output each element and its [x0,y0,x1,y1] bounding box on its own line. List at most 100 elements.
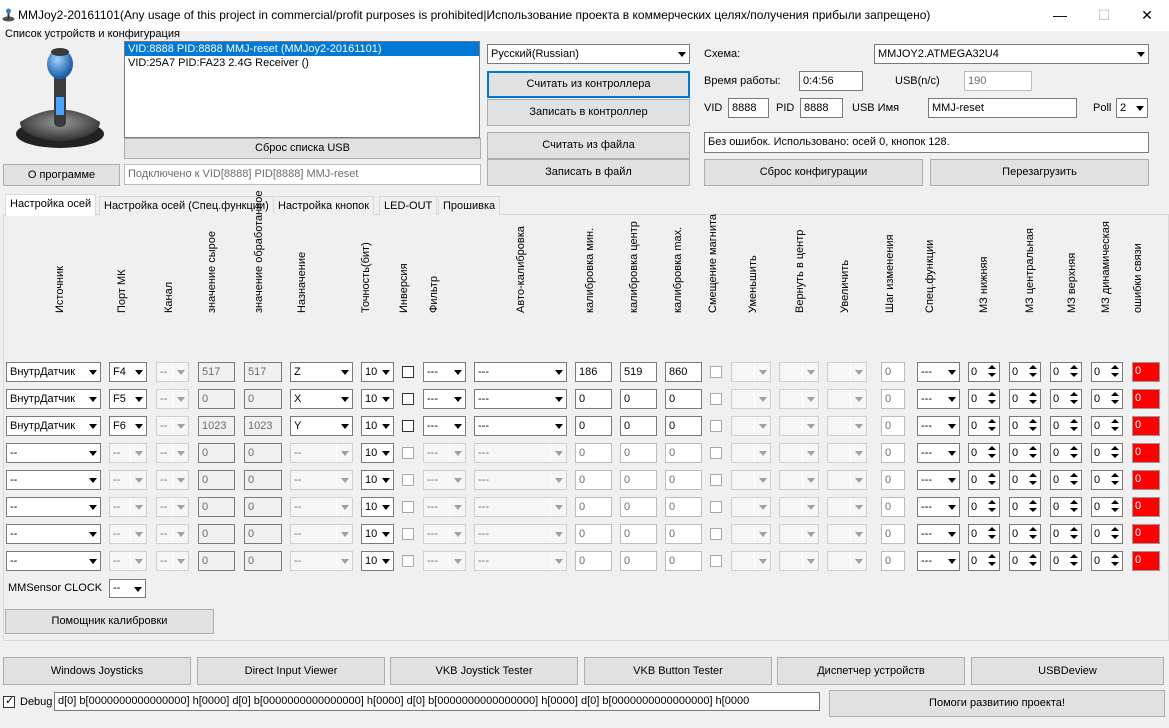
spin-up-icon[interactable] [985,471,999,480]
invert-checkbox[interactable] [402,555,414,567]
dead-zone-spinner[interactable]: 0 [968,524,1000,544]
magnet-offset-checkbox[interactable] [710,555,722,567]
debug-checkbox[interactable] [3,694,15,708]
assign-select[interactable]: Z [290,362,353,382]
spin-up-icon[interactable] [1067,417,1081,426]
dead-zone-spinner[interactable]: 0 [1009,389,1041,409]
source-select[interactable]: -- [6,497,101,517]
tab-firmware[interactable]: Прошивка [438,196,501,215]
pid-field[interactable]: 8888 [800,98,843,118]
spin-down-icon[interactable] [1067,480,1081,489]
calibration-helper-button[interactable]: Помощник калибровки [5,609,214,634]
invert-checkbox[interactable] [402,501,414,513]
read-controller-button[interactable]: Считать из контроллера [487,71,690,98]
spin-down-icon[interactable] [985,534,999,543]
dead-zone-spinner[interactable]: 0 [1091,470,1123,490]
decrease-select[interactable] [731,497,771,517]
autocal-select[interactable]: --- [474,362,567,382]
special-select[interactable]: --- [917,443,960,463]
assign-select[interactable]: X [290,389,353,409]
dead-zone-spinner[interactable]: 0 [1050,497,1082,517]
decrease-select[interactable] [731,389,771,409]
filter-select[interactable]: --- [423,551,466,571]
decrease-select[interactable] [731,416,771,436]
spin-down-icon[interactable] [1026,372,1040,381]
spin-down-icon[interactable] [1108,399,1122,408]
spin-up-icon[interactable] [985,552,999,561]
step-field[interactable]: 0 [881,551,905,571]
step-field[interactable]: 0 [881,497,905,517]
dead-zone-spinner[interactable]: 0 [968,443,1000,463]
usbdeview-button[interactable]: USBDeview [971,657,1164,685]
increase-select[interactable] [827,389,867,409]
channel-select[interactable]: -- [156,497,189,517]
channel-select[interactable]: -- [156,443,189,463]
dead-zone-spinner[interactable]: 0 [1009,551,1041,571]
direct-input-viewer-button[interactable]: Direct Input Viewer [197,657,385,685]
spin-down-icon[interactable] [1108,480,1122,489]
special-select[interactable]: --- [917,524,960,544]
spin-down-icon[interactable] [1108,534,1122,543]
dead-zone-spinner[interactable]: 0 [1091,551,1123,571]
dead-zone-spinner[interactable]: 0 [1050,389,1082,409]
cal-min-field[interactable]: 0 [575,416,612,436]
step-field[interactable]: 0 [881,362,905,382]
spin-down-icon[interactable] [985,507,999,516]
cal-max-field[interactable]: 0 [665,470,702,490]
source-select[interactable]: -- [6,443,101,463]
dead-zone-spinner[interactable]: 0 [968,362,1000,382]
step-field[interactable]: 0 [881,524,905,544]
increase-select[interactable] [827,416,867,436]
bits-select[interactable]: 10 [361,524,394,544]
magnet-offset-checkbox[interactable] [710,474,722,486]
bits-select[interactable]: 10 [361,443,394,463]
source-select[interactable]: -- [6,470,101,490]
spin-down-icon[interactable] [1108,453,1122,462]
cal-center-field[interactable]: 0 [620,470,657,490]
spin-down-icon[interactable] [985,453,999,462]
spin-up-icon[interactable] [1026,471,1040,480]
usb-name-field[interactable]: MMJ-reset [928,98,1077,118]
magnet-offset-checkbox[interactable] [710,501,722,513]
spin-up-icon[interactable] [1067,363,1081,372]
cal-max-field[interactable]: 0 [665,497,702,517]
source-select[interactable]: -- [6,551,101,571]
magnet-offset-checkbox[interactable] [710,528,722,540]
close-button[interactable]: ✕ [1124,0,1169,31]
center-select[interactable] [779,551,819,571]
invert-checkbox[interactable] [402,528,414,540]
filter-select[interactable]: --- [423,497,466,517]
spin-up-icon[interactable] [985,417,999,426]
center-select[interactable] [779,470,819,490]
spin-down-icon[interactable] [1026,453,1040,462]
dead-zone-spinner[interactable]: 0 [968,389,1000,409]
minimize-button[interactable]: — [1037,0,1083,31]
assign-select[interactable]: -- [290,524,353,544]
step-field[interactable]: 0 [881,389,905,409]
spin-up-icon[interactable] [1026,498,1040,507]
assign-select[interactable]: -- [290,551,353,571]
special-select[interactable]: --- [917,551,960,571]
spin-down-icon[interactable] [985,561,999,570]
port-select[interactable]: -- [109,443,147,463]
invert-checkbox[interactable] [402,366,414,378]
spin-down-icon[interactable] [1067,507,1081,516]
cal-center-field[interactable]: 0 [620,497,657,517]
spin-up-icon[interactable] [985,525,999,534]
spin-up-icon[interactable] [1108,417,1122,426]
spin-up-icon[interactable] [1108,390,1122,399]
assign-select[interactable]: -- [290,443,353,463]
special-select[interactable]: --- [917,362,960,382]
dead-zone-spinner[interactable]: 0 [1050,551,1082,571]
windows-joysticks-button[interactable]: Windows Joysticks [3,657,191,685]
decrease-select[interactable] [731,551,771,571]
autocal-select[interactable]: --- [474,470,567,490]
spin-up-icon[interactable] [1026,390,1040,399]
autocal-select[interactable]: --- [474,551,567,571]
invert-checkbox[interactable] [402,393,414,405]
port-select[interactable]: -- [109,470,147,490]
dead-zone-spinner[interactable]: 0 [1009,362,1041,382]
dead-zone-spinner[interactable]: 0 [1050,470,1082,490]
spin-down-icon[interactable] [1067,534,1081,543]
spin-up-icon[interactable] [1026,444,1040,453]
